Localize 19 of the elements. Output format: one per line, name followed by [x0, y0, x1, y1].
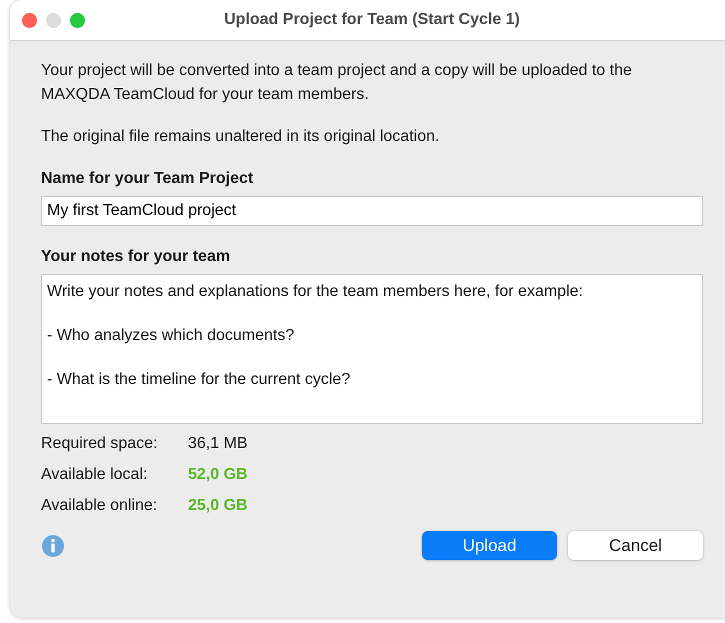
zoom-icon[interactable] — [70, 12, 85, 28]
project-name-field[interactable]: My first TeamCloud project — [41, 196, 703, 226]
intro-text: The original file remains unaltered in its original location. — [41, 127, 440, 147]
window-title: Upload Project for Team (Start Cycle 1) — [224, 11, 520, 29]
dialog-button[interactable]: Upload — [422, 531, 557, 560]
dialog-button[interactable]: Cancel — [568, 531, 703, 560]
minimize-icon[interactable] — [46, 12, 61, 28]
intro-text: Your project will be converted into a team project and a copy will be uploaded to the MAXQDA TeamCloud for your team members. — [41, 61, 633, 105]
stat-value: 25,0 GB — [188, 496, 248, 516]
field-label: Name for your Team Project — [41, 170, 254, 188]
stat-value: 36,1 MB — [188, 434, 248, 454]
stat-value: 52,0 GB — [188, 465, 248, 485]
stat-label: Available local: — [41, 465, 148, 485]
info-icon[interactable] — [41, 534, 65, 558]
notes-field[interactable]: Write your notes and explanations for the team members here, for example: - Who analyzes which documents? - What is the timeline for the current cycle? — [41, 274, 703, 424]
stat-label: Available online: — [41, 496, 158, 516]
stat-label: Required space: — [41, 434, 158, 454]
close-icon[interactable] — [22, 12, 37, 28]
field-label: Your notes for your team — [41, 248, 232, 266]
